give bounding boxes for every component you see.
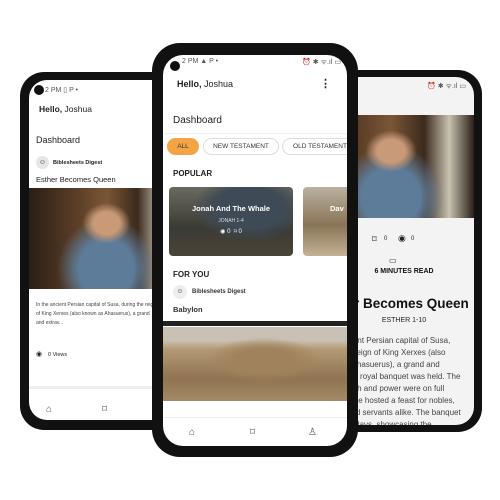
card-stats: ◉ 0 ⌑ 0: [169, 228, 293, 235]
post-excerpt: In the ancient Persian capital of Susa, …: [36, 302, 157, 326]
profile-icon[interactable]: ♙: [308, 427, 317, 438]
filter-all[interactable]: ALL: [167, 138, 199, 155]
popular-card-jonah[interactable]: Jonah And The Whale JONAH 1-4 ◉ 0 ⌑ 0: [169, 187, 293, 256]
view-count: 0 Views: [48, 352, 68, 358]
card-ref: JONAH 1-4: [218, 218, 244, 224]
bookmark-count: 0: [384, 236, 388, 242]
author-name: Biblesheets Digest: [53, 160, 103, 166]
post-title[interactable]: Babylon: [173, 305, 203, 314]
greeting: Hello, Joshua: [39, 104, 92, 114]
babylon-image[interactable]: [163, 327, 347, 401]
filter-old-testament[interactable]: OLD TESTAMENT: [282, 138, 347, 155]
article-ref: ESTHER 1-10: [381, 317, 427, 324]
view-count: 0: [227, 229, 231, 235]
page-title: Dashboard: [173, 115, 222, 126]
more-menu-icon[interactable]: ⋮: [320, 77, 331, 90]
card-title: Jonah And The Whale: [191, 204, 271, 213]
header-divider: [163, 133, 347, 134]
post-title[interactable]: Esther Becomes Queen: [36, 175, 116, 184]
view-count: 0: [411, 236, 415, 242]
section-divider: [163, 321, 347, 326]
bookmark-icon[interactable]: ⌑: [372, 234, 377, 245]
home-icon[interactable]: ⌂: [189, 427, 195, 438]
center-phone-screen: 2 PM ▲ P • ⏰ ✱ ᯤ.ıl ▭ Hello, Joshua ⋮ Da…: [163, 55, 347, 446]
bookmark-icon[interactable]: ⌑: [102, 404, 107, 415]
home-icon[interactable]: ⌂: [46, 404, 52, 415]
for-you-heading: FOR YOU: [173, 270, 210, 279]
status-icons: ⏰ ✱ ᯤ.ıl ▭: [427, 83, 466, 90]
bookmark-count: 0: [238, 229, 242, 235]
status-bar: 2 PM ▲ P •: [182, 58, 219, 65]
author-avatar: ☺: [173, 285, 187, 299]
greeting: Hello, Joshua: [177, 79, 234, 89]
status-bar: 2 PM ▯ P •: [45, 87, 79, 94]
card-title: Dav: [330, 204, 344, 213]
popular-card-david[interactable]: Dav: [303, 187, 347, 256]
read-time: 6 MINUTES READ: [374, 268, 434, 275]
eye-icon: ◉: [220, 229, 226, 235]
camera: [170, 61, 180, 71]
filter-new-testament[interactable]: NEW TESTAMENT: [203, 138, 279, 155]
book-icon: ▭: [389, 256, 397, 265]
eye-icon: ◉: [398, 233, 406, 243]
bottom-nav: [163, 417, 347, 418]
status-icons: ⏰ ✱ ᯤ.ıl ▭: [302, 59, 341, 66]
bookmark-icon: ⌑: [233, 229, 237, 235]
page-title: Dashboard: [36, 135, 81, 145]
eye-icon: ◉: [36, 351, 43, 358]
bookmark-icon[interactable]: ⌑: [250, 427, 255, 438]
camera: [34, 85, 44, 95]
author-avatar: ☺: [36, 156, 49, 169]
popular-heading: POPULAR: [173, 169, 213, 178]
author-name: Biblesheets Digest: [192, 289, 246, 295]
